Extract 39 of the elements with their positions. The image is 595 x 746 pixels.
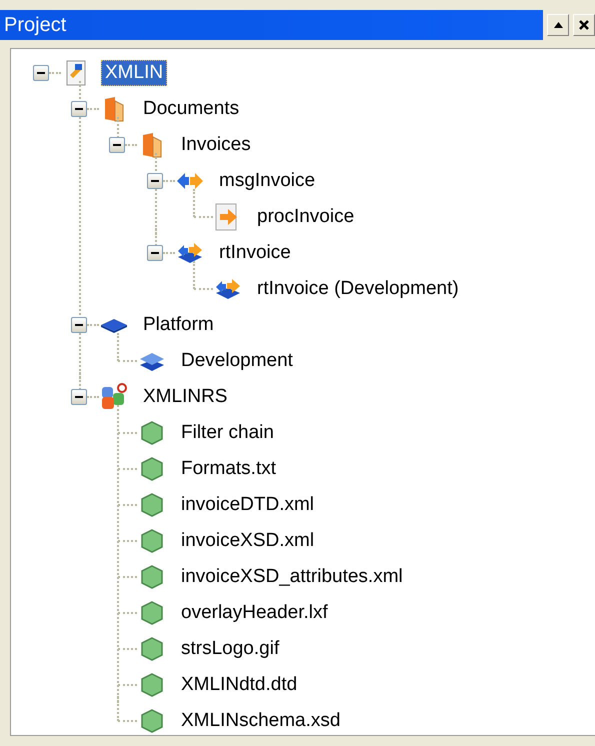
tree-item[interactable]: Platform — [139, 312, 218, 338]
minus-icon — [113, 144, 121, 146]
minus-icon — [151, 252, 159, 254]
tree-item[interactable]: rtInvoice (Development) — [253, 276, 463, 302]
close-button[interactable] — [573, 14, 595, 36]
minus-icon — [75, 396, 83, 398]
cubes-icon — [99, 383, 129, 411]
minus-icon — [75, 108, 83, 110]
tree-item[interactable]: invoiceXSD_attributes.xml — [177, 564, 407, 590]
tree-item[interactable]: strsLogo.gif — [177, 636, 284, 662]
tree-item[interactable]: overlayHeader.lxf — [177, 600, 332, 626]
tree-item[interactable]: Filter chain — [177, 420, 278, 446]
minus-icon — [37, 72, 45, 74]
collapse-button[interactable] — [33, 65, 49, 81]
collapse-button[interactable] — [147, 245, 163, 261]
minus-icon — [75, 324, 83, 326]
tree-item[interactable]: Development — [177, 348, 297, 374]
collapse-button[interactable] — [71, 101, 87, 117]
tree-item[interactable]: XMLINschema.xsd — [177, 708, 344, 734]
panel-title: Project — [0, 10, 543, 40]
minus-icon — [151, 180, 159, 182]
tree-item[interactable]: XMLIN — [101, 60, 168, 86]
caret-up-icon — [554, 22, 562, 28]
tree-item[interactable]: XMLINRS — [139, 384, 232, 410]
tree-item[interactable]: Invoices — [177, 132, 255, 158]
collapse-button[interactable] — [71, 389, 87, 405]
tree-item[interactable]: Documents — [139, 96, 244, 122]
tree-item[interactable]: Formats.txt — [177, 456, 280, 482]
tree-item[interactable]: rtInvoice — [215, 240, 295, 266]
collapse-button[interactable] — [147, 173, 163, 189]
close-icon — [579, 20, 589, 30]
collapse-button[interactable] — [71, 317, 87, 333]
tree-item[interactable]: invoiceXSD.xml — [177, 528, 318, 554]
maximize-button[interactable] — [547, 14, 569, 36]
collapse-button[interactable] — [109, 137, 125, 153]
tree-item[interactable]: procInvoice — [253, 204, 358, 230]
tree-item[interactable]: msgInvoice — [215, 168, 320, 194]
tree-item[interactable]: invoiceDTD.xml — [177, 492, 318, 518]
tree-item[interactable]: XMLINdtd.dtd — [177, 672, 302, 698]
